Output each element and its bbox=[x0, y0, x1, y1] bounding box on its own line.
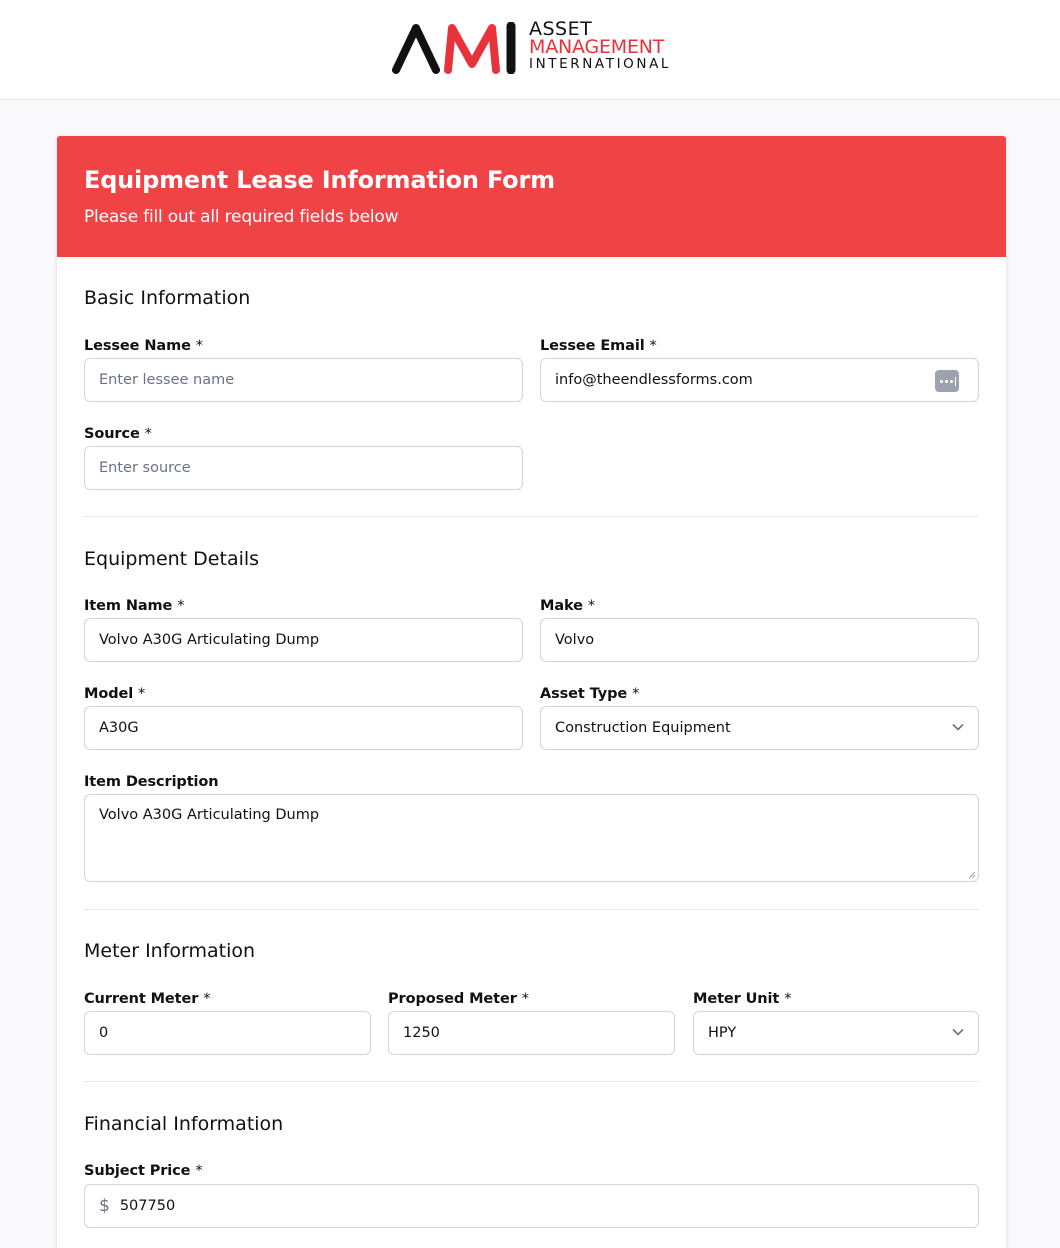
asset-type-value: Construction Equipment bbox=[555, 720, 731, 736]
current-meter-label: Current Meter * bbox=[84, 991, 211, 1007]
logo-line-international: INTERNATIONAL bbox=[529, 56, 672, 72]
item-name-value: Volvo A30G Articulating Dump bbox=[99, 632, 320, 648]
make-input[interactable]: Volvo bbox=[540, 618, 979, 662]
lessee-email-label: Lessee Email * bbox=[540, 338, 657, 354]
current-meter-input[interactable]: 0 bbox=[84, 1011, 371, 1055]
form-title: Equipment Lease Information Form bbox=[84, 166, 555, 194]
section-title-equipment: Equipment Details bbox=[84, 548, 260, 570]
subject-price-label: Subject Price * bbox=[84, 1163, 203, 1179]
top-bar: ASSET MANAGEMENT INTERNATIONAL bbox=[0, 0, 1060, 100]
item-description-value: Volvo A30G Articulating Dump bbox=[99, 807, 320, 823]
make-value: Volvo bbox=[555, 632, 595, 648]
meter-unit-value: HPY bbox=[708, 1025, 737, 1041]
form-header: Equipment Lease Information Form Please … bbox=[57, 136, 1006, 257]
form-subtitle: Please fill out all required fields belo… bbox=[84, 207, 399, 227]
section-divider bbox=[84, 909, 979, 910]
lessee-email-input[interactable]: info@theendlessforms.com bbox=[540, 358, 979, 402]
password-manager-icon[interactable] bbox=[935, 370, 959, 392]
asset-type-label: Asset Type * bbox=[540, 686, 640, 702]
subject-price-input[interactable]: $ 507750 bbox=[84, 1184, 979, 1228]
lessee-name-label: Lessee Name * bbox=[84, 338, 203, 354]
ami-logo-mark-icon bbox=[392, 22, 516, 74]
lessee-name-input[interactable]: Enter lessee name bbox=[84, 358, 523, 402]
lessee-email-value: info@theendlessforms.com bbox=[555, 372, 753, 388]
source-label: Source * bbox=[84, 426, 152, 442]
meter-unit-select[interactable]: HPY bbox=[693, 1011, 979, 1055]
item-description-label: Item Description bbox=[84, 774, 219, 790]
make-label: Make * bbox=[540, 598, 596, 614]
ami-logo[interactable]: ASSET MANAGEMENT INTERNATIONAL bbox=[392, 18, 682, 76]
chevron-down-icon bbox=[952, 1028, 964, 1036]
section-title-financial: Financial Information bbox=[84, 1113, 284, 1135]
subject-price-value: 507750 bbox=[119, 1198, 176, 1214]
current-meter-value: 0 bbox=[99, 1025, 109, 1041]
chevron-down-icon bbox=[952, 723, 964, 731]
asset-type-select[interactable]: Construction Equipment bbox=[540, 706, 979, 750]
proposed-meter-label: Proposed Meter * bbox=[388, 991, 529, 1007]
proposed-meter-input[interactable]: 1250 bbox=[388, 1011, 675, 1055]
section-divider bbox=[84, 516, 979, 517]
model-label: Model * bbox=[84, 686, 146, 702]
proposed-meter-value: 1250 bbox=[403, 1025, 440, 1041]
item-name-input[interactable]: Volvo A30G Articulating Dump bbox=[84, 618, 523, 662]
item-name-label: Item Name * bbox=[84, 598, 185, 614]
section-title-meter: Meter Information bbox=[84, 940, 256, 962]
lessee-name-placeholder: Enter lessee name bbox=[99, 372, 235, 388]
form-card: Equipment Lease Information Form Please … bbox=[57, 136, 1006, 1248]
section-title-basic: Basic Information bbox=[84, 287, 251, 309]
logo-line-management: MANAGEMENT bbox=[529, 36, 665, 58]
model-value: A30G bbox=[99, 720, 139, 736]
resize-handle-icon[interactable] bbox=[968, 871, 976, 879]
item-description-textarea[interactable]: Volvo A30G Articulating Dump bbox=[84, 794, 979, 882]
section-divider bbox=[84, 1081, 979, 1082]
meter-unit-label: Meter Unit * bbox=[693, 991, 792, 1007]
source-placeholder: Enter source bbox=[99, 460, 191, 476]
currency-symbol: $ bbox=[99, 1196, 110, 1216]
source-input[interactable]: Enter source bbox=[84, 446, 523, 490]
model-input[interactable]: A30G bbox=[84, 706, 523, 750]
